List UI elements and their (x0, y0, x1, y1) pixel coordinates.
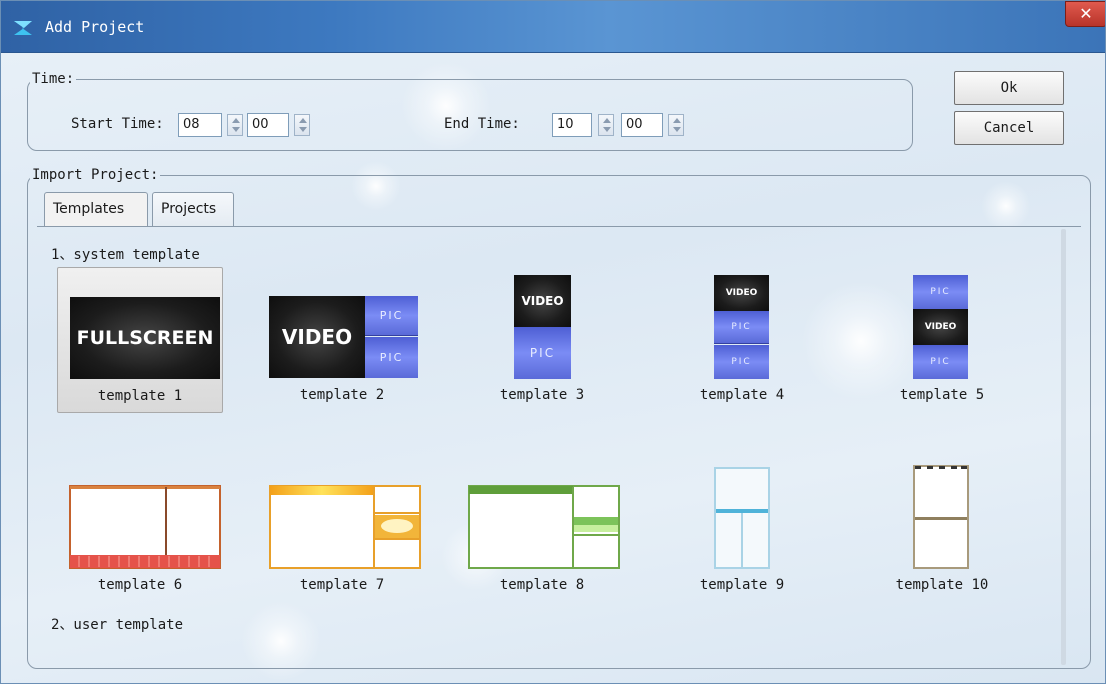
tab-templates[interactable]: Templates (44, 192, 148, 226)
end-time-label: End Time: (444, 116, 520, 132)
template-label: template 6 (97, 577, 183, 593)
template-label: template 7 (299, 577, 385, 593)
start-hour-input[interactable]: 08 (178, 113, 222, 137)
end-minute-input[interactable]: 00 (621, 113, 663, 137)
pic-region: PIC (514, 327, 571, 379)
vertical-scrollbar[interactable] (1056, 229, 1072, 665)
tab-projects[interactable]: Projects (152, 192, 234, 226)
video-region: VIDEO (269, 296, 365, 378)
layout-9-thumbnail (714, 467, 770, 569)
spin-up-icon[interactable] (232, 118, 240, 123)
template-tile-1[interactable]: FULLSCREEN template 1 (57, 267, 223, 413)
spin-up-icon[interactable] (603, 118, 611, 123)
app-logo-icon (14, 21, 32, 35)
video-region: VIDEO (714, 275, 769, 311)
template-label: template 5 (899, 387, 985, 403)
video-region: VIDEO (514, 275, 571, 327)
user-template-heading: 2、user template (51, 617, 184, 633)
time-group: Time: (27, 71, 913, 151)
pic-region: PIC (714, 311, 769, 344)
template-label: template 10 (895, 577, 989, 593)
template-label: template 4 (699, 387, 785, 403)
spin-down-icon[interactable] (673, 127, 681, 132)
layout-6-thumbnail (69, 485, 221, 569)
template-tile-7[interactable]: template 7 (259, 457, 425, 603)
end-hour-input[interactable]: 10 (552, 113, 592, 137)
template-label: template 3 (499, 387, 585, 403)
end-hour-spinner[interactable] (598, 114, 614, 136)
time-legend: Time: (32, 71, 75, 87)
pic-region: PIC (365, 337, 418, 378)
template-tile-8[interactable]: template 8 (459, 457, 625, 603)
template-tile-6[interactable]: template 6 (57, 457, 223, 603)
add-project-dialog: Add Project ✕ Time: Start Time: 08 00 En… (0, 0, 1106, 684)
fullscreen-thumbnail: FULLSCREEN (70, 297, 220, 379)
video-region: VIDEO (913, 309, 968, 345)
pic-region: PIC (714, 345, 769, 379)
layout-7-thumbnail (269, 485, 421, 569)
spin-up-icon[interactable] (673, 118, 681, 123)
template-tile-2[interactable]: VIDEO PIC PIC template 2 (259, 267, 425, 413)
spin-down-icon[interactable] (603, 127, 611, 132)
template-tile-3[interactable]: VIDEO PIC template 3 (459, 267, 625, 413)
spin-down-icon[interactable] (299, 127, 307, 132)
window-title: Add Project (45, 18, 145, 36)
template-tile-5[interactable]: PIC VIDEO PIC template 5 (859, 267, 1025, 413)
template-tile-9[interactable]: template 9 (659, 457, 825, 603)
spin-up-icon[interactable] (299, 118, 307, 123)
start-time-label: Start Time: (71, 116, 164, 132)
ok-button[interactable]: Ok (954, 71, 1064, 105)
template-label: template 8 (499, 577, 585, 593)
import-project-legend: Import Project: (32, 167, 159, 183)
system-template-heading: 1、system template (51, 247, 200, 263)
start-minute-spinner[interactable] (294, 114, 310, 136)
pic-region: PIC (365, 296, 418, 336)
template-tile-4[interactable]: VIDEO PIC PIC template 4 (659, 267, 825, 413)
template-label: template 1 (97, 388, 183, 404)
spin-down-icon[interactable] (232, 127, 240, 132)
template-tile-10[interactable]: template 10 (859, 457, 1025, 603)
pic-region: PIC (913, 275, 968, 309)
layout-8-thumbnail (468, 485, 620, 569)
layout-10-thumbnail (913, 465, 969, 569)
end-minute-spinner[interactable] (668, 114, 684, 136)
template-label: template 2 (299, 387, 385, 403)
start-hour-spinner[interactable] (227, 114, 243, 136)
pic-region: PIC (913, 345, 968, 379)
cancel-button[interactable]: Cancel (954, 111, 1064, 145)
close-button[interactable]: ✕ (1065, 1, 1105, 27)
start-minute-input[interactable]: 00 (247, 113, 289, 137)
title-bar[interactable]: Add Project ✕ (1, 1, 1105, 53)
scrollbar-track[interactable] (1061, 229, 1066, 665)
template-label: template 9 (699, 577, 785, 593)
